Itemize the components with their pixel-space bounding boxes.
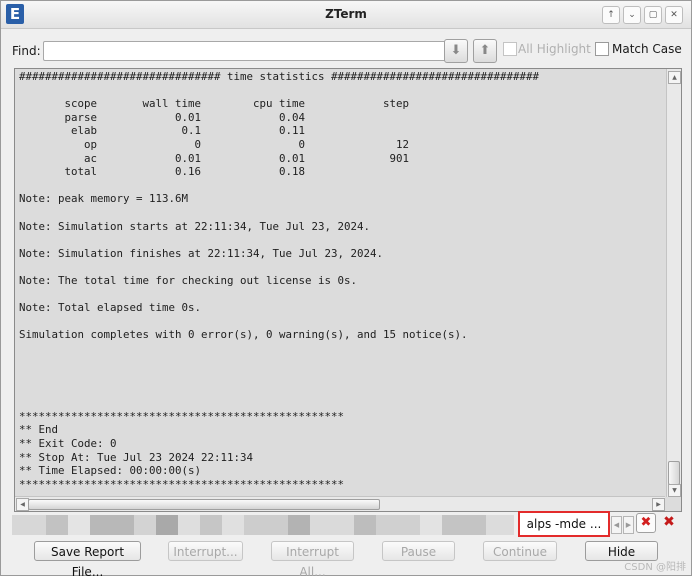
blurred-tab <box>288 515 310 535</box>
process-tab-bar: alps -mde ... ◀ ▶ ✖ ✖ <box>12 511 682 537</box>
find-label: Find: <box>12 44 41 58</box>
watermark: CSDN @阳排 <box>624 562 686 573</box>
horizontal-scrollbar[interactable]: ◀ ▶ <box>15 496 665 511</box>
vertical-scroll-thumb[interactable] <box>668 461 680 485</box>
blurred-tab <box>178 515 200 535</box>
match-case-checkbox[interactable] <box>595 42 609 56</box>
arrow-down-icon: ⬇ <box>450 43 462 58</box>
blurred-tab <box>354 515 376 535</box>
zterm-window: E ZTerm ↑ ⌄ ▢ ✕ Find: ⬇ ⬆ All Highlight … <box>0 0 692 579</box>
pause-button[interactable]: Pause <box>382 541 455 561</box>
interrupt-button[interactable]: Interrupt... <box>168 541 243 561</box>
scroll-up-icon[interactable]: ▲ <box>668 71 681 84</box>
terminal-output[interactable]: ############################### time sta… <box>14 68 682 512</box>
find-next-button[interactable]: ⬇ <box>444 39 468 63</box>
window-title: ZTerm <box>325 7 367 21</box>
vertical-scrollbar[interactable]: ▲ ▼ <box>666 69 681 497</box>
tab-scroll-left-icon[interactable]: ◀ <box>611 516 622 534</box>
keep-above-icon[interactable]: ↑ <box>602 6 620 24</box>
tab-scroll-right-icon[interactable]: ▶ <box>623 516 634 534</box>
blurred-tab <box>156 515 178 535</box>
blurred-tab <box>12 515 46 535</box>
maximize-icon[interactable]: ▢ <box>644 6 662 24</box>
blurred-tab <box>90 515 134 535</box>
find-input[interactable] <box>43 41 446 61</box>
find-bar: Find: ⬇ ⬆ All Highlight Match Case <box>1 39 691 63</box>
blurred-tab <box>486 515 514 535</box>
process-tab-alps[interactable]: alps -mde ... <box>518 511 610 537</box>
blurred-tab <box>244 515 288 535</box>
terminal-text: ############################### time sta… <box>19 70 540 491</box>
find-previous-button[interactable]: ⬆ <box>473 39 497 63</box>
close-all-tabs-icon[interactable]: ✖ <box>659 512 679 532</box>
blurred-tab <box>442 515 486 535</box>
window-controls: ↑ ⌄ ▢ ✕ <box>602 6 683 24</box>
interrupt-all-button[interactable]: Interrupt All... <box>271 541 354 579</box>
blurred-tab <box>134 515 156 535</box>
action-buttons: Save Report File... Interrupt... Interru… <box>1 541 691 579</box>
blurred-tab <box>46 515 68 535</box>
all-highlight-checkbox[interactable] <box>503 42 517 56</box>
horizontal-scroll-thumb[interactable] <box>28 499 380 510</box>
minimize-icon[interactable]: ⌄ <box>623 6 641 24</box>
blurred-tab <box>376 515 420 535</box>
arrow-up-icon: ⬆ <box>479 43 491 58</box>
blurred-tab <box>310 515 354 535</box>
scroll-right-icon[interactable]: ▶ <box>652 498 665 511</box>
all-highlight-label: All Highlight <box>518 42 591 56</box>
continue-button[interactable]: Continue <box>483 541 557 561</box>
close-tab-icon[interactable]: ✖ <box>636 513 656 533</box>
scroll-down-icon[interactable]: ▼ <box>668 484 681 497</box>
close-icon[interactable]: ✕ <box>665 6 683 24</box>
blurred-tab <box>200 515 222 535</box>
match-case-label: Match Case <box>612 42 682 56</box>
blurred-tab <box>222 515 244 535</box>
save-report-button[interactable]: Save Report File... <box>34 541 141 579</box>
title-bar: E ZTerm ↑ ⌄ ▢ ✕ <box>1 1 691 29</box>
blurred-tab <box>68 515 90 535</box>
blurred-tab <box>420 515 442 535</box>
